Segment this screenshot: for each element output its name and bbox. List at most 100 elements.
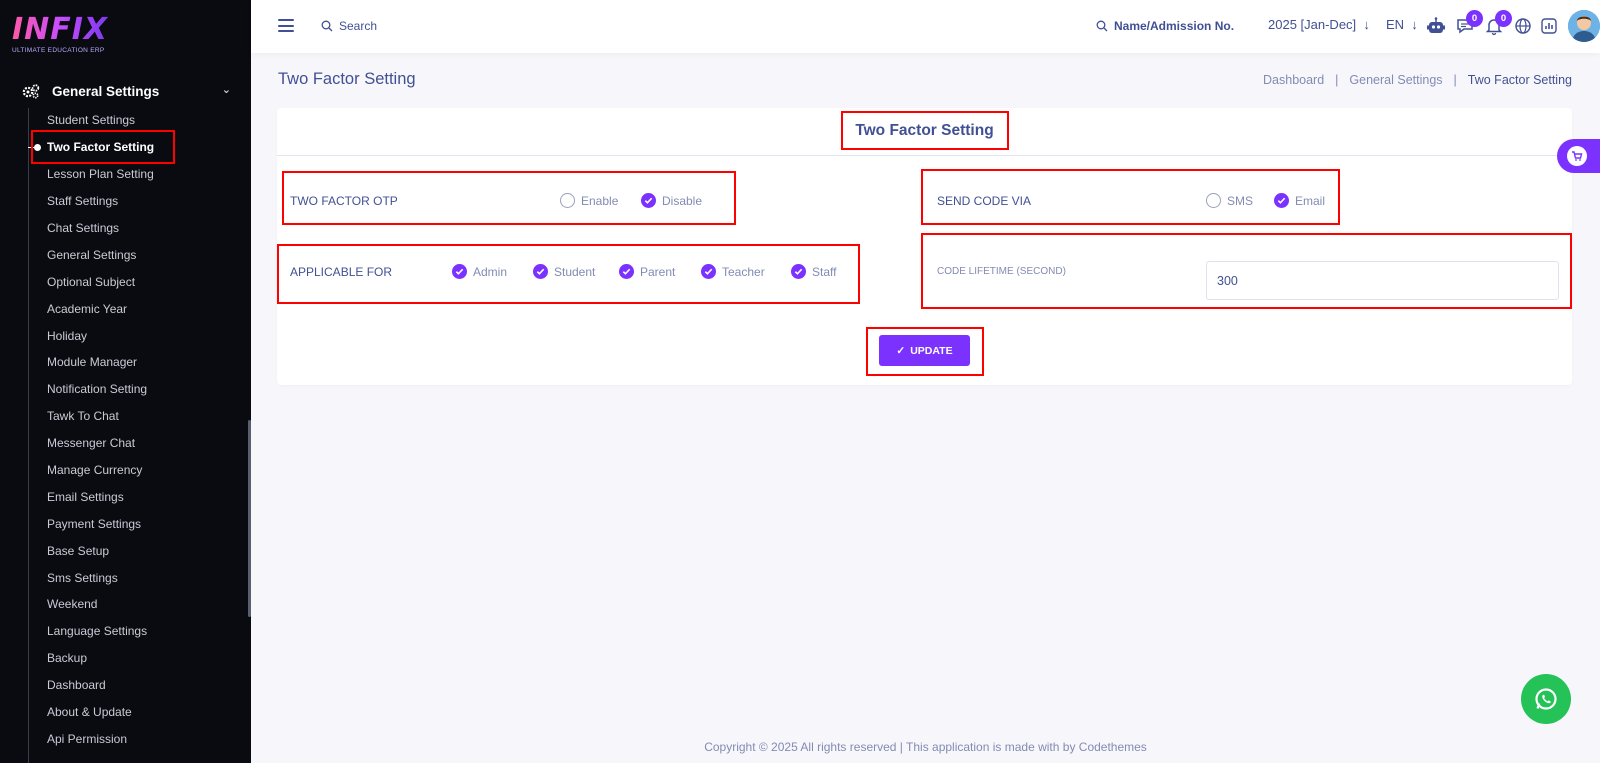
search-icon [1096, 20, 1108, 32]
bell-icon[interactable]: 0 [1484, 10, 1512, 36]
sidebar-item-api-permission[interactable]: Api Permission [47, 725, 154, 752]
sidebar-item-backup[interactable]: Backup [47, 645, 154, 672]
sidebar-item-academic-year[interactable]: Academic Year [47, 295, 154, 322]
otp-disable-radio[interactable]: Disable [641, 193, 702, 208]
radio-unchecked [1206, 193, 1221, 208]
sidebar-item-general-settings[interactable]: General Settings [47, 241, 154, 268]
sidebar-item-sms-settings[interactable]: Sms Settings [47, 564, 154, 591]
sidebar-item-optional-subject[interactable]: Optional Subject [47, 268, 154, 295]
update-button[interactable]: ✓ UPDATE [879, 335, 970, 366]
logo-tagline: ULTIMATE EDUCATION ERP [12, 47, 105, 54]
sidebar-item-lesson-plan-setting[interactable]: Lesson Plan Setting [47, 161, 154, 188]
applicable-student-label: Student [554, 264, 596, 279]
sidebar-item-payment-settings[interactable]: Payment Settings [47, 510, 154, 537]
otp-enable-radio[interactable]: Enable [560, 193, 618, 208]
update-button-label: UPDATE [910, 344, 953, 357]
academic-year-select[interactable]: 2025 [Jan-Dec] ↓ [1268, 17, 1370, 32]
sidebar-item-chat-settings[interactable]: Chat Settings [47, 215, 154, 242]
chevron-down-icon[interactable]: ⌄ [222, 83, 231, 96]
breadcrumb-separator: | [1453, 73, 1457, 87]
language-select[interactable]: EN ↓ [1386, 17, 1418, 32]
send-code-label: SEND CODE VIA [937, 194, 1032, 208]
avatar-image [1568, 10, 1600, 42]
card-divider [277, 155, 1572, 156]
applicable-teacher-checkbox[interactable]: Teacher [701, 264, 765, 279]
search-menu[interactable]: Search [321, 19, 377, 33]
search-icon [321, 20, 333, 32]
sidebar: INFIX ULTIMATE EDUCATION ERP General Set… [0, 0, 251, 763]
check-icon [791, 264, 806, 279]
chat-badge: 0 [1466, 10, 1483, 27]
breadcrumb-separator: | [1335, 73, 1339, 87]
applicable-teacher-label: Teacher [722, 264, 765, 279]
breadcrumb-dashboard[interactable]: Dashboard [1263, 73, 1324, 87]
student-search-placeholder: Name/Admission No. [1114, 19, 1235, 33]
applicable-label: APPLICABLE FOR [290, 265, 393, 279]
floating-side-widget[interactable] [1557, 139, 1600, 173]
whatsapp-icon [1535, 688, 1557, 710]
breadcrumb: Dashboard | General Settings | Two Facto… [1263, 73, 1572, 87]
sidebar-item-two-factor-setting[interactable]: Two Factor Setting [47, 134, 154, 161]
applicable-student-checkbox[interactable]: Student [533, 264, 595, 279]
checkmark-icon: ✓ [896, 344, 906, 357]
sidebar-item-dashboard[interactable]: Dashboard [47, 672, 154, 699]
check-icon [701, 264, 716, 279]
whatsapp-button[interactable] [1521, 674, 1571, 724]
tree-line [28, 108, 29, 763]
gears-icon [22, 84, 40, 99]
breadcrumb-current: Two Factor Setting [1467, 73, 1572, 87]
cart-icon [1567, 146, 1587, 166]
robot-icon[interactable] [1426, 16, 1446, 36]
check-icon [619, 264, 634, 279]
arrow-down-icon: ↓ [1359, 17, 1370, 32]
send-email-label: Email [1295, 193, 1326, 208]
sidebar-scrollbar[interactable] [248, 420, 251, 617]
send-sms-label: SMS [1227, 193, 1254, 208]
sidebar-item-module-manager[interactable]: Module Manager [47, 349, 154, 376]
sidebar-item-student-settings[interactable]: Student Settings [47, 107, 154, 134]
chart-icon[interactable] [1539, 16, 1559, 36]
sidebar-section-label: General Settings [52, 83, 160, 99]
check-icon [452, 264, 467, 279]
check-icon [641, 193, 656, 208]
sidebar-item-notification-setting[interactable]: Notification Setting [47, 376, 154, 403]
send-email-radio[interactable]: Email [1274, 193, 1325, 208]
sidebar-item-staff-settings[interactable]: Staff Settings [47, 188, 154, 215]
notification-badge: 0 [1495, 10, 1512, 27]
code-lifetime-label: CODE LIFETIME (SECOND) [937, 266, 1066, 277]
check-icon [533, 264, 548, 279]
check-icon [1274, 193, 1289, 208]
sidebar-nav: Student Settings Two Factor Setting Less… [47, 107, 154, 752]
code-lifetime-input[interactable] [1206, 261, 1559, 300]
sidebar-section-general-settings[interactable]: General Settings ⌄ [22, 80, 237, 102]
user-avatar[interactable] [1568, 10, 1600, 42]
applicable-admin-checkbox[interactable]: Admin [452, 264, 507, 279]
applicable-parent-checkbox[interactable]: Parent [619, 264, 675, 279]
sidebar-item-language-settings[interactable]: Language Settings [47, 618, 154, 645]
send-sms-radio[interactable]: SMS [1206, 193, 1253, 208]
sidebar-item-holiday[interactable]: Holiday [47, 322, 154, 349]
footer-copyright: Copyright © 2025 All rights reserved | T… [704, 740, 1147, 754]
search-label: Search [339, 19, 378, 33]
sidebar-item-tawk-to-chat[interactable]: Tawk To Chat [47, 403, 154, 430]
applicable-admin-label: Admin [473, 264, 508, 279]
sidebar-item-weekend[interactable]: Weekend [47, 591, 154, 618]
sidebar-item-manage-currency[interactable]: Manage Currency [47, 457, 154, 484]
applicable-staff-checkbox[interactable]: Staff [791, 264, 836, 279]
otp-enable-label: Enable [581, 193, 619, 208]
breadcrumb-general-settings[interactable]: General Settings [1349, 73, 1442, 87]
hamburger-menu-icon[interactable] [278, 19, 294, 32]
globe-icon[interactable] [1513, 16, 1533, 36]
sidebar-item-email-settings[interactable]: Email Settings [47, 483, 154, 510]
page-title: Two Factor Setting [278, 70, 416, 88]
student-search-input[interactable]: Name/Admission No. [1096, 19, 1234, 33]
sidebar-item-messenger-chat[interactable]: Messenger Chat [47, 430, 154, 457]
language-value: EN [1386, 17, 1405, 32]
chat-icon[interactable]: 0 [1455, 10, 1483, 36]
sidebar-item-base-setup[interactable]: Base Setup [47, 537, 154, 564]
arrow-down-icon: ↓ [1407, 17, 1418, 32]
logo[interactable]: INFIX ULTIMATE EDUCATION ERP [12, 14, 108, 55]
radio-unchecked [560, 193, 575, 208]
otp-disable-label: Disable [662, 193, 703, 208]
sidebar-item-about-update[interactable]: About & Update [47, 699, 154, 726]
